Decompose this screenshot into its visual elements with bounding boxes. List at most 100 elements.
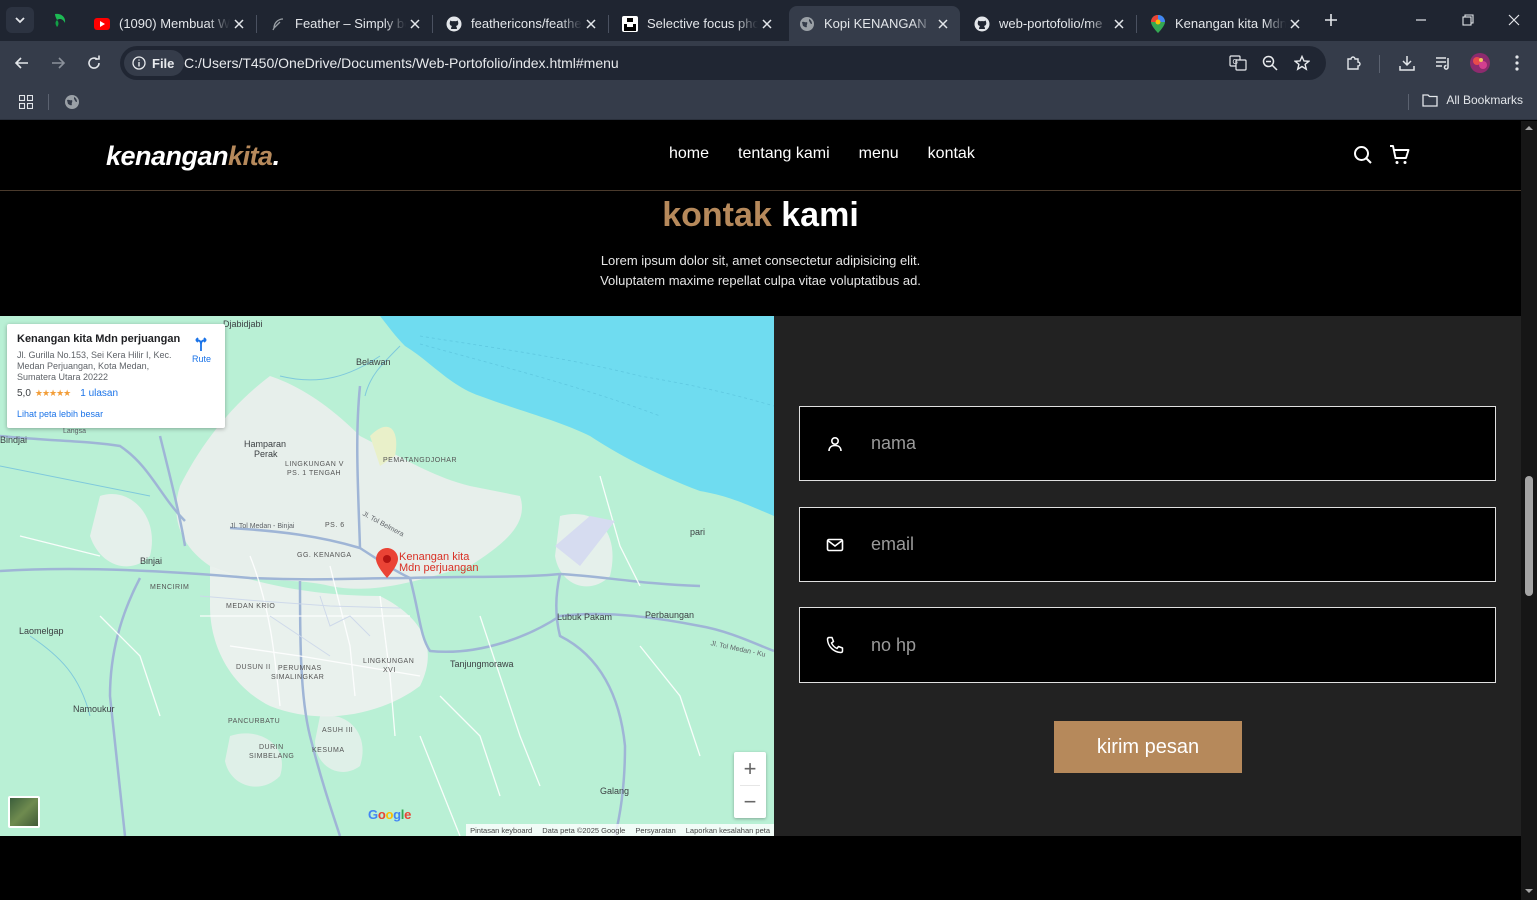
map-label: Djabidjabi: [223, 319, 263, 329]
translate-button[interactable]: G: [1228, 53, 1248, 73]
satellite-toggle[interactable]: [8, 796, 40, 828]
forward-button[interactable]: [46, 51, 70, 75]
map-label: pari: [690, 527, 706, 537]
star-icon: [1294, 55, 1310, 71]
attribution-item[interactable]: Laporkan kesalahan peta: [686, 826, 770, 835]
tab-youtube[interactable]: (1090) Membuat W: [84, 6, 257, 41]
nav-kontak[interactable]: kontak: [928, 145, 975, 163]
restore-button[interactable]: [1455, 8, 1481, 32]
page-scrollbar[interactable]: [1521, 121, 1537, 900]
map-label: Bindjai: [0, 435, 28, 445]
downloads-button[interactable]: [1395, 51, 1419, 75]
shopping-cart-icon: [1390, 145, 1410, 164]
scroll-up-icon[interactable]: [1521, 123, 1537, 133]
zoom-in-button[interactable]: +: [734, 752, 766, 785]
email-input[interactable]: [871, 534, 1451, 555]
close-icon[interactable]: [230, 15, 248, 33]
address-bar[interactable]: File C:/Users/T450/OneDrive/Documents/We…: [120, 46, 1326, 80]
zoom-out-icon: [1262, 55, 1278, 71]
unsplash-icon: [622, 15, 638, 32]
close-icon[interactable]: [1286, 15, 1304, 33]
tab-title: Kopi KENANGAN: [824, 16, 927, 31]
place-name: Kenangan kita Mdn perjuangan: [17, 333, 181, 345]
reload-button[interactable]: [82, 51, 106, 75]
close-icon[interactable]: [934, 15, 952, 33]
translate-icon: G: [1229, 55, 1247, 71]
directions-button[interactable]: Rute: [192, 336, 211, 364]
close-icon[interactable]: [406, 15, 424, 33]
nav-home[interactable]: home: [669, 145, 709, 163]
tab-unsplash[interactable]: Selective focus phot: [612, 6, 784, 41]
tab-kopi-kenangan[interactable]: Kopi KENANGAN: [789, 6, 960, 41]
phone-input[interactable]: [871, 634, 1451, 656]
map-label: SIMBELANG: [249, 753, 295, 760]
close-icon[interactable]: [758, 15, 776, 33]
map-pin-label: Kenangan kita Mdn perjuangan: [399, 552, 479, 574]
zoom-divider: [740, 785, 760, 786]
user-icon: [824, 433, 846, 455]
attribution-item[interactable]: Persyaratan: [635, 826, 675, 835]
map-label: Belawan: [356, 357, 391, 367]
map-label: Laomelgap: [19, 626, 64, 636]
name-input[interactable]: [871, 433, 1451, 454]
send-message-button[interactable]: kirim pesan: [1054, 721, 1242, 773]
tab-title: web-portofolio/me: [999, 16, 1103, 31]
close-icon[interactable]: [582, 15, 600, 33]
globe-icon: [799, 16, 815, 32]
apps-button[interactable]: [14, 90, 38, 114]
site-info-chip[interactable]: File: [124, 50, 185, 76]
browser-menu-button[interactable]: [1505, 51, 1529, 75]
rating-value: 5,0: [17, 388, 31, 399]
zoom-button[interactable]: [1260, 53, 1280, 73]
media-control-button[interactable]: [1431, 51, 1455, 75]
google-logo: Google: [368, 807, 412, 822]
attribution-item[interactable]: Pintasan keyboard: [470, 826, 532, 835]
github-icon: [974, 16, 990, 32]
nav-menu[interactable]: menu: [859, 145, 899, 163]
bookmark-globe[interactable]: [60, 90, 84, 114]
phone-field: [799, 607, 1496, 683]
zoom-out-button[interactable]: −: [734, 785, 766, 818]
close-window-button[interactable]: [1501, 8, 1527, 32]
pinned-app-icon: [55, 13, 66, 27]
all-bookmarks-button[interactable]: All Bookmarks: [1422, 93, 1523, 107]
back-button[interactable]: [10, 51, 34, 75]
tab-search-button[interactable]: [6, 7, 34, 33]
map-pin[interactable]: [376, 548, 398, 583]
bookmark-star-button[interactable]: [1292, 53, 1312, 73]
tab-google-maps[interactable]: Kenangan kita Mdn: [1140, 6, 1312, 41]
map-label: Langsa: [63, 428, 86, 435]
tab-feather[interactable]: Feather – Simply be: [260, 6, 433, 41]
map-label: LINGKUNGAN: [363, 658, 415, 665]
scrollbar-thumb[interactable]: [1525, 476, 1533, 596]
profile-avatar[interactable]: [1468, 51, 1492, 75]
google-map-embed[interactable]: Djabidjabi Belawan Bindjai Langsa Hampar…: [0, 316, 774, 836]
site-navbar: kenangankita. home tentang kami menu kon…: [0, 121, 1521, 191]
phone-icon: [824, 634, 846, 656]
tab-separator: [256, 15, 257, 33]
browser-window: (1090) Membuat W Feather – Simply be fea…: [0, 0, 1537, 900]
email-field: [799, 507, 1496, 582]
close-icon[interactable]: [1110, 15, 1128, 33]
extensions-button[interactable]: [1342, 51, 1366, 75]
nav-tentang-kami[interactable]: tentang kami: [738, 145, 830, 163]
cart-button[interactable]: [1389, 144, 1411, 166]
puzzle-icon: [1347, 56, 1361, 70]
larger-map-link[interactable]: Lihat peta lebih besar: [17, 409, 215, 419]
location-pin-icon: [376, 548, 398, 578]
map-label: KESUMA: [312, 747, 345, 754]
search-button[interactable]: [1352, 144, 1374, 166]
feather-icon: [270, 16, 286, 32]
rating-stars: ★★★★★: [34, 388, 71, 398]
pinned-tab[interactable]: [48, 9, 72, 31]
search-icon: [1354, 146, 1372, 164]
tab-github-feathericons[interactable]: feathericons/feathe: [436, 6, 609, 41]
github-icon: [446, 16, 462, 32]
tab-github-portfolio[interactable]: web-portofolio/me: [964, 6, 1137, 41]
url-text[interactable]: C:/Users/T450/OneDrive/Documents/Web-Por…: [184, 55, 619, 71]
minimize-button[interactable]: [1408, 8, 1434, 32]
reviews-link[interactable]: 1 ulasan: [80, 388, 118, 399]
scroll-down-icon[interactable]: [1521, 886, 1537, 896]
new-tab-button[interactable]: [1320, 9, 1342, 31]
site-logo[interactable]: kenangankita.: [106, 141, 280, 172]
